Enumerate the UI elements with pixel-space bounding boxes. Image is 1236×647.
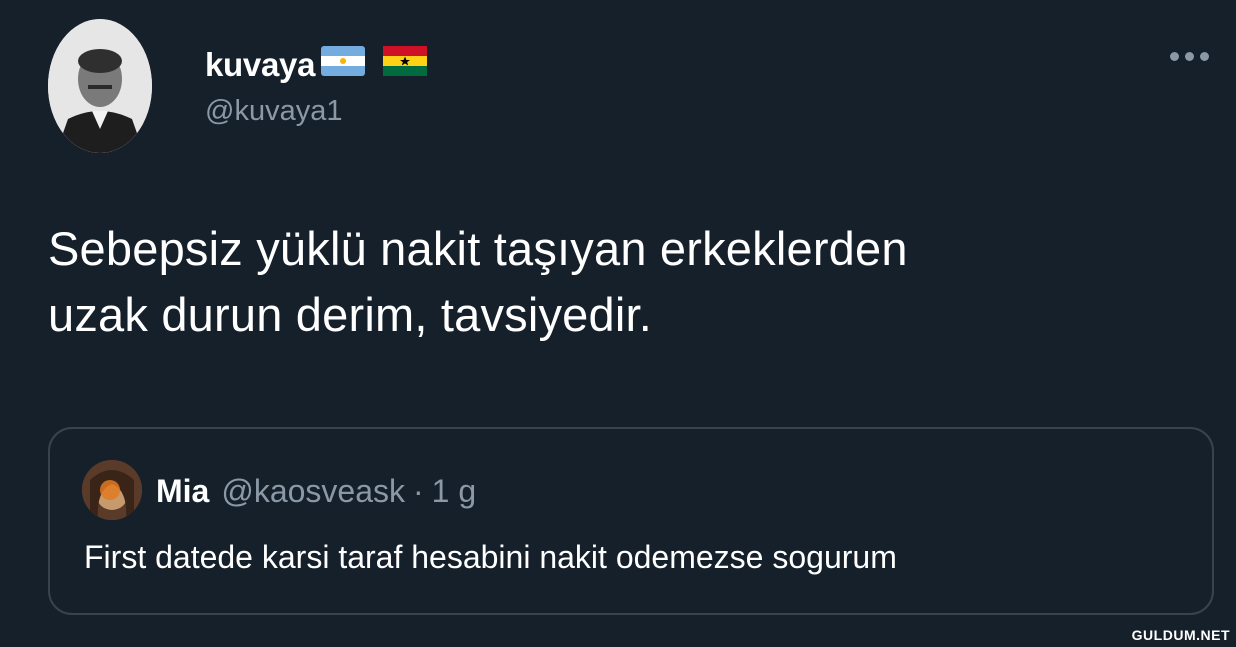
author-handle[interactable]: @kuvaya1 — [205, 95, 342, 128]
tweet-text-line: uzak durun derim, tavsiyedir. — [48, 288, 653, 341]
tweet-text-line: Sebepsiz yüklü nakit taşıyan erkeklerden — [48, 222, 908, 275]
tweet-card: kuvaya @kuvaya1 Sebepsiz yüklü nakit taş… — [0, 0, 1236, 647]
quoted-display-name[interactable]: Mia — [156, 473, 209, 510]
quoted-tweet[interactable]: Mia @kaosveask · 1 g First datede karsi … — [48, 427, 1214, 615]
quoted-handle[interactable]: @kaosveask — [221, 473, 405, 510]
quoted-header: Mia @kaosveask · 1 g — [156, 473, 476, 510]
quoted-author-avatar[interactable] — [82, 460, 142, 520]
argentina-flag-icon — [321, 46, 366, 84]
tweet-text: Sebepsiz yüklü nakit taşıyan erkeklerden… — [48, 216, 1168, 348]
quoted-tweet-text: First datede karsi taraf hesabini nakit … — [84, 539, 897, 575]
quoted-timestamp[interactable]: 1 g — [432, 473, 476, 510]
author-avatar[interactable] — [48, 19, 152, 153]
author-display-name[interactable]: kuvaya — [205, 46, 428, 84]
meta-separator: · — [413, 473, 424, 509]
quoted-meta: @kaosveask · 1 g — [221, 473, 476, 510]
site-watermark: GULDUM.NET — [1131, 627, 1230, 643]
ghana-flag-icon — [383, 46, 428, 84]
more-options-icon[interactable] — [1170, 52, 1209, 61]
